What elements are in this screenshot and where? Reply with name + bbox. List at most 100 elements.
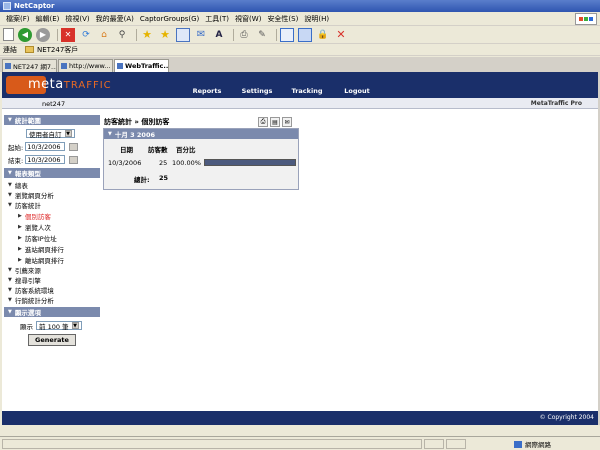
add-favorite-icon[interactable]: ★ [158, 28, 172, 42]
start-label: 起始: [8, 143, 24, 152]
report-panel: ▼ 十月 3 2006 日期 訪客數 百分比 10/3/2006 25 100.… [103, 128, 299, 190]
display-options-header: ▼ 顯示選項 [4, 307, 100, 317]
tab-http[interactable]: http://www... [58, 59, 113, 72]
report-panel-header: ▼ 十月 3 2006 [104, 129, 298, 139]
product-name: MetaTraffic Pro [530, 100, 582, 107]
display-count-select[interactable]: 前 100 筆 ▼ [36, 321, 82, 331]
menu-file[interactable]: 檔案(F) [3, 14, 33, 24]
email-icon[interactable]: ✉ [282, 117, 292, 127]
menu-referrers[interactable]: ▼ 引薦來源 [4, 265, 100, 275]
forward-icon[interactable]: ▶ [36, 27, 50, 42]
submenu-unique-visitors[interactable]: ▶ 個別訪客 [4, 210, 100, 221]
submenu-page-visits[interactable]: ▶ 瀏覽人次 [4, 221, 100, 232]
submenu-entry-pages[interactable]: ▶ 進站網頁排行 [4, 243, 100, 254]
menu-pageviews-analysis[interactable]: ▼ 瀏覽網頁分析 [4, 190, 100, 200]
menu-captorgroups[interactable]: CaptorGroups(G) [137, 15, 202, 23]
tab-label: WebTraffic... [125, 62, 169, 70]
toolbar-separator [136, 28, 137, 41]
nav-tracking[interactable]: Tracking [282, 87, 332, 98]
stop-icon[interactable]: ✕ [61, 27, 75, 42]
report-actions: ⎙ ▤ ✉ [256, 117, 292, 127]
export-icon[interactable]: ▤ [270, 117, 280, 127]
page-content: metaTRAFFIC Reports Settings Tracking Lo… [2, 72, 598, 425]
toolbar: ◀ ▶ ✕ ⟳ ⌂ ⚲ ★ ★ ✉ A ⎙ ✎ 🔒 ✕ [0, 26, 600, 44]
page-footer: © Copyright 2004 [2, 411, 598, 425]
triangle-down-icon: ▼ [8, 277, 12, 283]
menu-search-engines[interactable]: ▼ 搜尋引擎 [4, 275, 100, 285]
tab-label: http://www... [69, 62, 111, 70]
favorites-star-icon[interactable]: ★ [140, 28, 154, 42]
menu-edit[interactable]: 編輯(E) [33, 14, 63, 24]
lock-icon[interactable]: 🔒 [316, 28, 330, 42]
status-bar: 網際網路 [0, 436, 600, 450]
font-size-icon[interactable]: A [212, 28, 226, 42]
back-icon[interactable]: ◀ [18, 27, 32, 42]
menu-visitor-stats[interactable]: ▼ 訪客統計 [4, 200, 100, 210]
nav-settings[interactable]: Settings [232, 87, 282, 98]
menu-visitor-systems[interactable]: ▼ 訪客系統環境 [4, 285, 100, 295]
end-date-row: 結束: 10/3/2006 [4, 153, 100, 166]
calendar-icon[interactable] [69, 155, 79, 164]
search-icon[interactable]: ⚲ [115, 28, 129, 42]
mail-icon[interactable]: ✉ [194, 28, 208, 42]
triangle-down-icon: ▼ [8, 202, 12, 208]
tab-webtraffic[interactable]: WebTraffic... [114, 59, 169, 72]
metatraffic-logo[interactable]: metaTRAFFIC [28, 77, 112, 92]
nav-logout[interactable]: Logout [332, 87, 382, 98]
triangle-down-icon: ▼ [8, 117, 12, 123]
history-icon[interactable] [176, 27, 190, 42]
display-options-title: 顯示選項 [14, 309, 41, 317]
sidebar: ▼ 統計範圍 使用者自訂 ▼ 起始: 10/3/2006 結束: 10/3/20… [4, 115, 100, 440]
toolbar-separator [57, 28, 58, 41]
page-icon[interactable] [280, 27, 294, 42]
generate-button[interactable]: Generate [28, 334, 76, 346]
range-select[interactable]: 使用者自訂 ▼ [26, 129, 75, 139]
submenu-label: 訪客IP位址 [24, 234, 57, 243]
start-date-input[interactable]: 10/3/2006 [25, 142, 66, 151]
window-icon[interactable] [298, 27, 312, 42]
triangle-down-icon: ▼ [8, 182, 12, 188]
close-all-icon[interactable]: ✕ [334, 28, 348, 42]
links-item[interactable]: NET247客戶 [37, 45, 78, 55]
globe-icon [514, 440, 522, 448]
print-icon[interactable]: ⎙ [237, 28, 251, 42]
display-row: 顯示 前 100 筆 ▼ [4, 319, 100, 332]
links-bar: 連結 NET247客戶 [0, 44, 600, 56]
menu-label: 總表 [14, 182, 28, 190]
page-icon [117, 63, 123, 69]
menu-favorites[interactable]: 我的最愛(A) [93, 14, 137, 24]
menu-marketing-analysis[interactable]: ▼ 行銷統計分析 [4, 295, 100, 305]
status-zone: 網際網路 [514, 439, 551, 449]
menu-view[interactable]: 檢視(V) [62, 14, 92, 24]
page-icon [5, 63, 11, 69]
edit-icon[interactable]: ✎ [255, 28, 269, 42]
triangle-down-icon: ▼ [8, 267, 12, 273]
submenu-label: 離站網頁排行 [24, 256, 64, 265]
tab-net247[interactable]: NET247 網7... [2, 59, 57, 72]
percent-bar [204, 159, 296, 166]
menu-help[interactable]: 說明(H) [301, 14, 332, 24]
display-label: 顯示 [20, 322, 33, 331]
menu-security[interactable]: 安全性(S) [264, 14, 301, 24]
menu-tools[interactable]: 工具(T) [202, 14, 232, 24]
zone-label: 網際網路 [525, 441, 551, 449]
print-icon[interactable]: ⎙ [258, 117, 268, 127]
calendar-icon[interactable] [69, 142, 79, 151]
column-visitors: 訪客數 [148, 146, 168, 154]
home-icon[interactable]: ⌂ [97, 28, 111, 42]
app-icon [3, 2, 11, 10]
refresh-icon[interactable]: ⟳ [79, 28, 93, 42]
submenu-exit-pages[interactable]: ▶ 離站網頁排行 [4, 254, 100, 265]
menu-window[interactable]: 視窗(W) [232, 14, 264, 24]
nav-reports[interactable]: Reports [182, 87, 232, 98]
submenu-label: 個別訪客 [24, 212, 51, 221]
start-date-row: 起始: 10/3/2006 [4, 140, 100, 153]
range-select-row: 使用者自訂 ▼ [4, 127, 100, 140]
triangle-down-icon: ▼ [108, 131, 112, 137]
row-date: 10/3/2006 [108, 159, 142, 167]
menu-summary[interactable]: ▼ 總表 [4, 180, 100, 190]
submenu-visitor-ip[interactable]: ▶ 訪客IP位址 [4, 232, 100, 243]
end-date-input[interactable]: 10/3/2006 [25, 155, 66, 164]
breadcrumb: 訪客統計 » 個別訪客 [104, 118, 170, 126]
new-document-icon[interactable] [3, 28, 14, 41]
